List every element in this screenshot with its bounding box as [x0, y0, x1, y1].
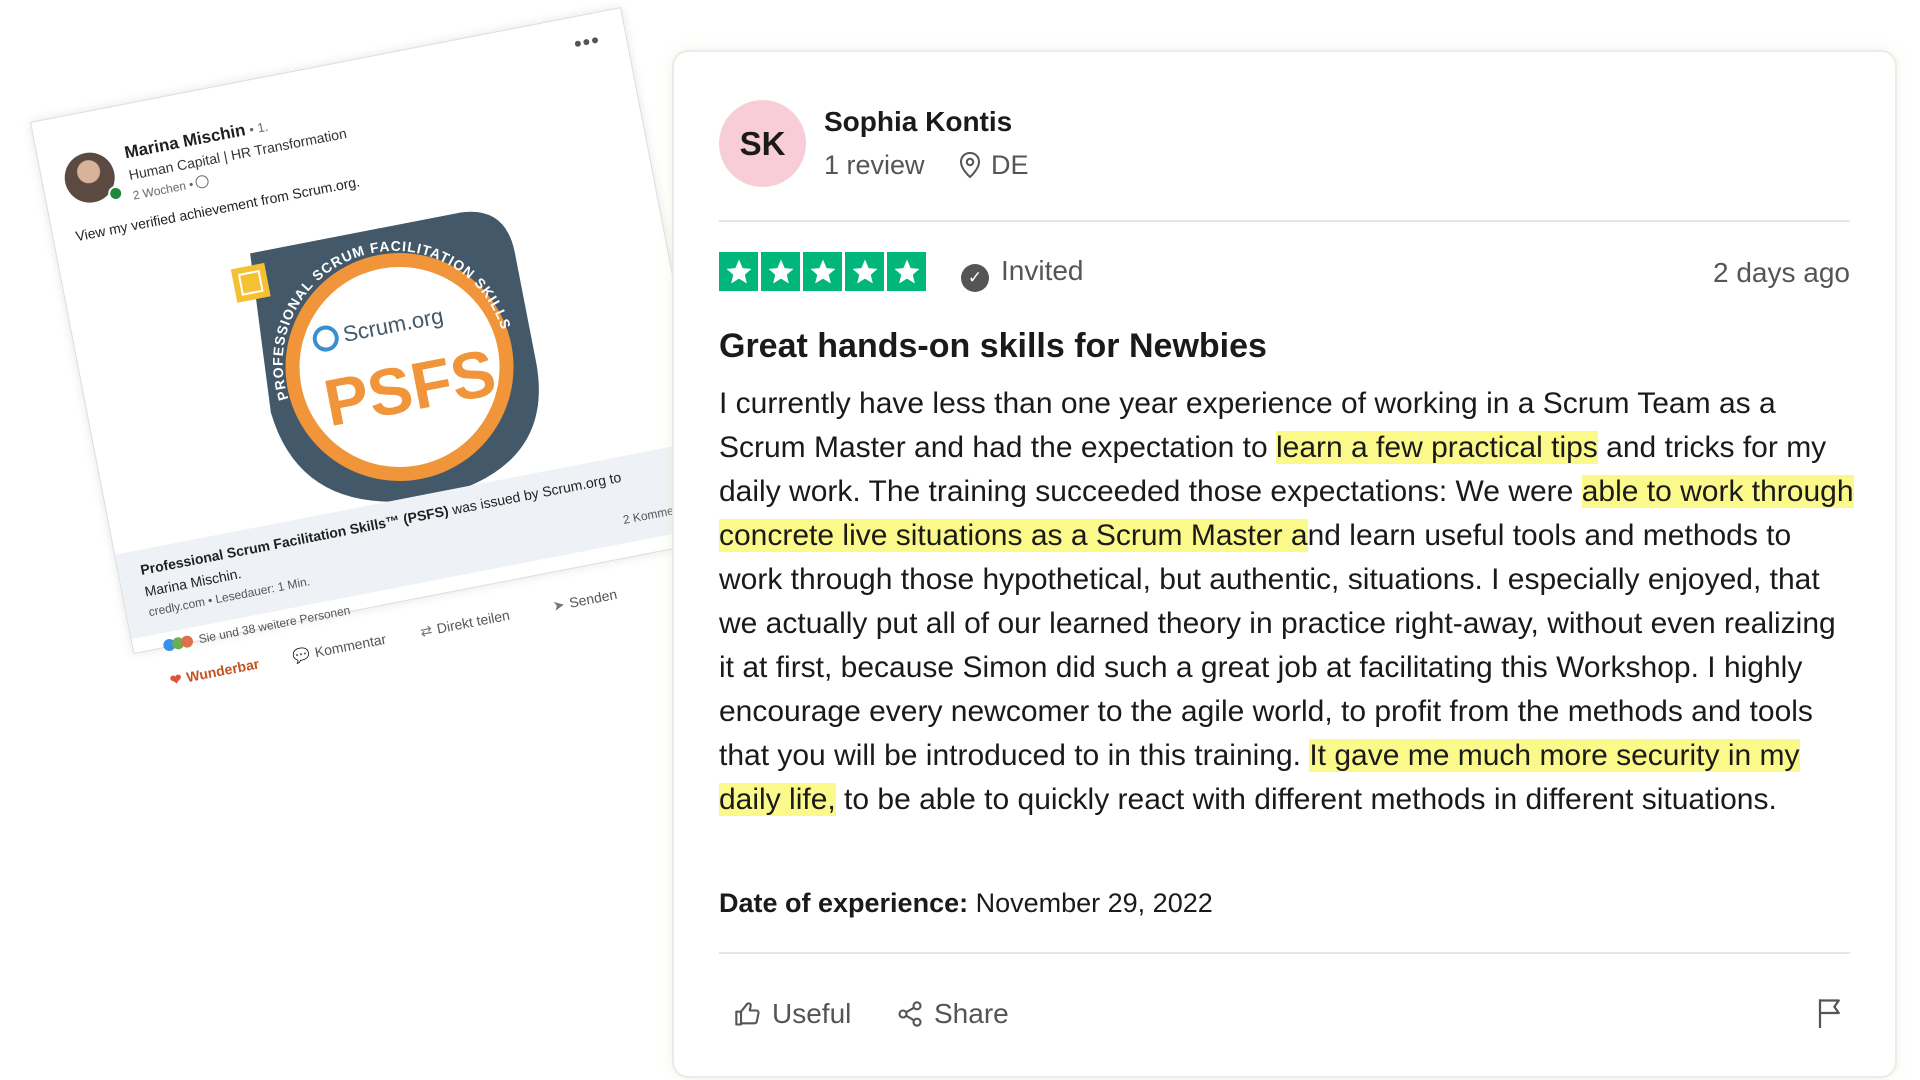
review-date: 2 days ago	[1713, 257, 1850, 288]
heart-icon: ❤	[168, 670, 184, 689]
reviewer-name[interactable]: Sophia Kontis	[824, 106, 1012, 138]
invited-status[interactable]: ✓ Invited	[961, 255, 1084, 292]
star-icon	[761, 252, 800, 291]
highlighted-text: learn a few practical tips	[1275, 431, 1598, 464]
repost-icon: ⇄	[418, 621, 434, 640]
badge-corner-icon	[230, 262, 271, 303]
location-pin-icon	[959, 152, 981, 178]
send-button[interactable]: ➤ Senden	[551, 586, 618, 615]
comment-button[interactable]: 💬 Kommentar	[291, 631, 387, 666]
review-text: to be able to quickly react with differe…	[835, 783, 1777, 816]
globe-icon	[194, 174, 211, 190]
thumbs-up-icon	[735, 1002, 760, 1026]
comment-icon: 💬	[291, 645, 312, 665]
check-circle-icon: ✓	[961, 264, 989, 292]
share-icon	[898, 1001, 922, 1027]
online-status-dot	[106, 184, 125, 203]
divider	[719, 220, 1850, 222]
flag-icon[interactable]	[1815, 996, 1845, 1030]
wunderbar-button[interactable]: ❤ Wunderbar	[169, 655, 261, 689]
repost-button[interactable]: ⇄ Direkt teilen	[419, 607, 511, 641]
star-icon	[719, 252, 758, 291]
review-title: Great hands-on skills for Newbies	[719, 327, 1267, 365]
ellipsis-icon[interactable]: •••	[572, 27, 603, 58]
reviewer-avatar[interactable]: SK	[719, 100, 806, 187]
review-card: SK Sophia Kontis 1 review DE ✓ Invited 2 …	[672, 50, 1897, 1078]
review-count: 1 review	[824, 150, 925, 180]
star-rating	[719, 252, 926, 291]
share-button[interactable]: Share	[896, 998, 1009, 1030]
star-icon	[803, 252, 842, 291]
linkedin-post-card: ••• Marina Mischin• 1. Human Capital | H…	[30, 7, 725, 688]
date-of-experience: Date of experience: November 29, 2022	[719, 888, 1213, 918]
connection-degree: • 1.	[247, 118, 270, 138]
divider	[719, 952, 1850, 954]
review-body: I currently have less than one year expe…	[719, 382, 1859, 822]
review-text: nd learn useful tools and methods to wor…	[719, 519, 1836, 772]
useful-button[interactable]: Useful	[734, 998, 851, 1030]
send-icon: ➤	[551, 596, 567, 614]
star-icon	[887, 252, 926, 291]
star-icon	[845, 252, 884, 291]
reviewer-country: DE	[959, 150, 1029, 181]
